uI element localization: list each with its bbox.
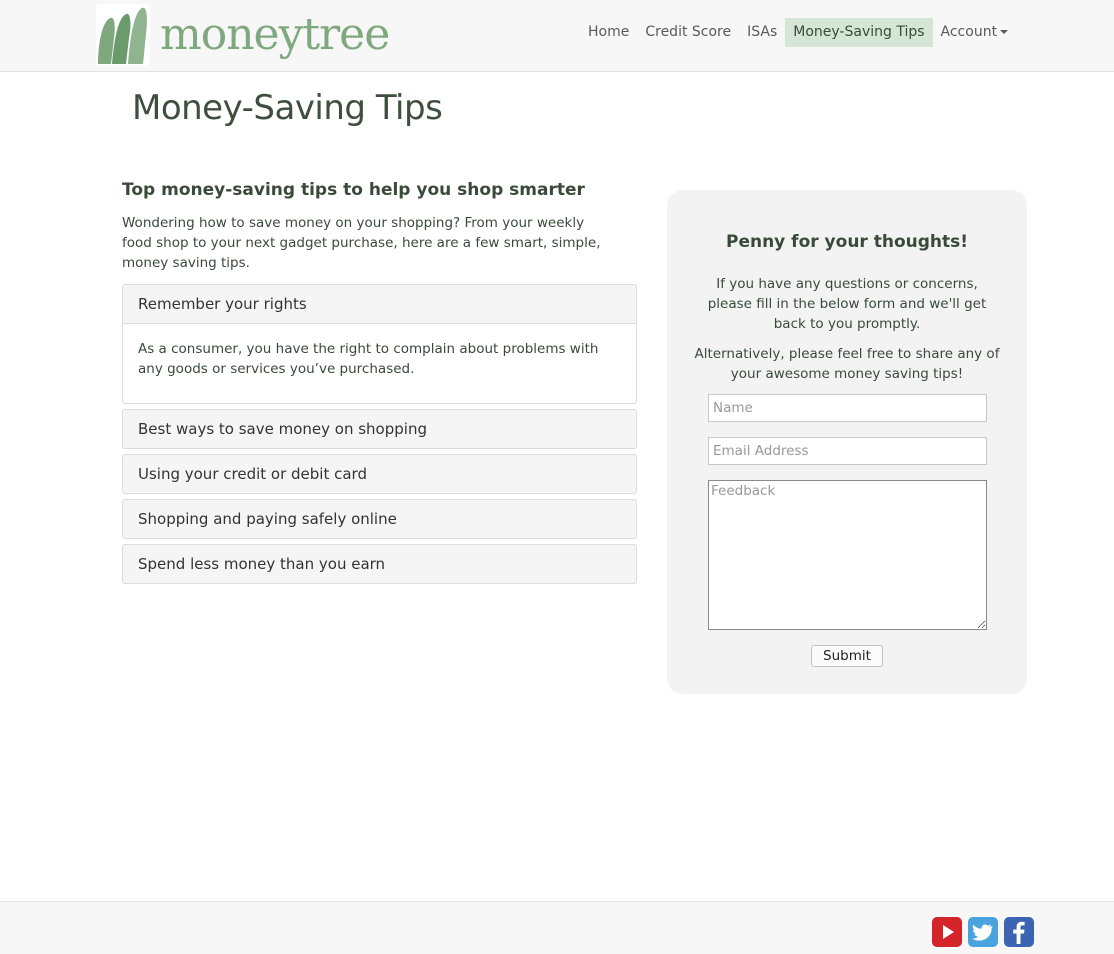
feedback-title: Penny for your thoughts!	[725, 232, 969, 252]
submit-button[interactable]: Submit	[811, 645, 883, 667]
youtube-icon[interactable]	[932, 917, 962, 947]
email-input[interactable]	[708, 437, 987, 465]
accordion-body-rights: As a consumer, you have the right to com…	[123, 323, 636, 403]
feedback-text-questions: If you have any questions or concerns, p…	[707, 276, 987, 332]
name-input[interactable]	[708, 394, 987, 422]
caret-down-icon	[1000, 30, 1009, 34]
nav-account-dropdown[interactable]: Account	[933, 18, 1017, 47]
tips-heading: Top money-saving tips to help you shop s…	[122, 180, 585, 200]
tips-intro: Wondering how to save money on your shop…	[122, 215, 601, 271]
nav-credit-score[interactable]: Credit Score	[637, 18, 739, 47]
moneytree-logo-icon	[96, 4, 150, 66]
feedback-text-tips: Alternatively, please feel free to share…	[694, 346, 1000, 382]
accordion-toggle-best-ways[interactable]: Best ways to save money on shopping	[123, 410, 636, 448]
accordion-toggle-rights[interactable]: Remember your rights	[123, 285, 636, 323]
feedback-card: Penny for your thoughts! If you have any…	[667, 190, 1027, 694]
nav-isas[interactable]: ISAs	[739, 18, 785, 47]
page-title: Money-Saving Tips	[132, 88, 443, 128]
accordion-panel: Spend less money than you earn	[122, 544, 637, 584]
accordion-panel: Best ways to save money on shopping	[122, 409, 637, 449]
twitter-icon[interactable]	[968, 917, 998, 947]
brand-name: moneytree	[160, 9, 390, 60]
tips-section: Top money-saving tips to help you shop s…	[122, 180, 637, 589]
facebook-icon[interactable]	[1004, 917, 1034, 947]
accordion-toggle-card[interactable]: Using your credit or debit card	[123, 455, 636, 493]
accordion-panel: Shopping and paying safely online	[122, 499, 637, 539]
nav-home[interactable]: Home	[580, 18, 637, 47]
navbar: moneytree Home Credit Score ISAs Money-S…	[0, 0, 1114, 72]
accordion-panel: Using your credit or debit card	[122, 454, 637, 494]
accordion-toggle-spend-less[interactable]: Spend less money than you earn	[123, 545, 636, 583]
accordion-toggle-online[interactable]: Shopping and paying safely online	[123, 500, 636, 538]
main-nav: Home Credit Score ISAs Money-Saving Tips…	[580, 18, 1016, 47]
brand-link[interactable]: moneytree	[96, 4, 390, 66]
footer	[0, 901, 1114, 954]
nav-money-saving-tips[interactable]: Money-Saving Tips	[785, 18, 933, 47]
accordion-panel: Remember your rights As a consumer, you …	[122, 284, 637, 404]
feedback-textarea[interactable]	[708, 480, 987, 630]
nav-account-label: Account	[940, 24, 998, 40]
